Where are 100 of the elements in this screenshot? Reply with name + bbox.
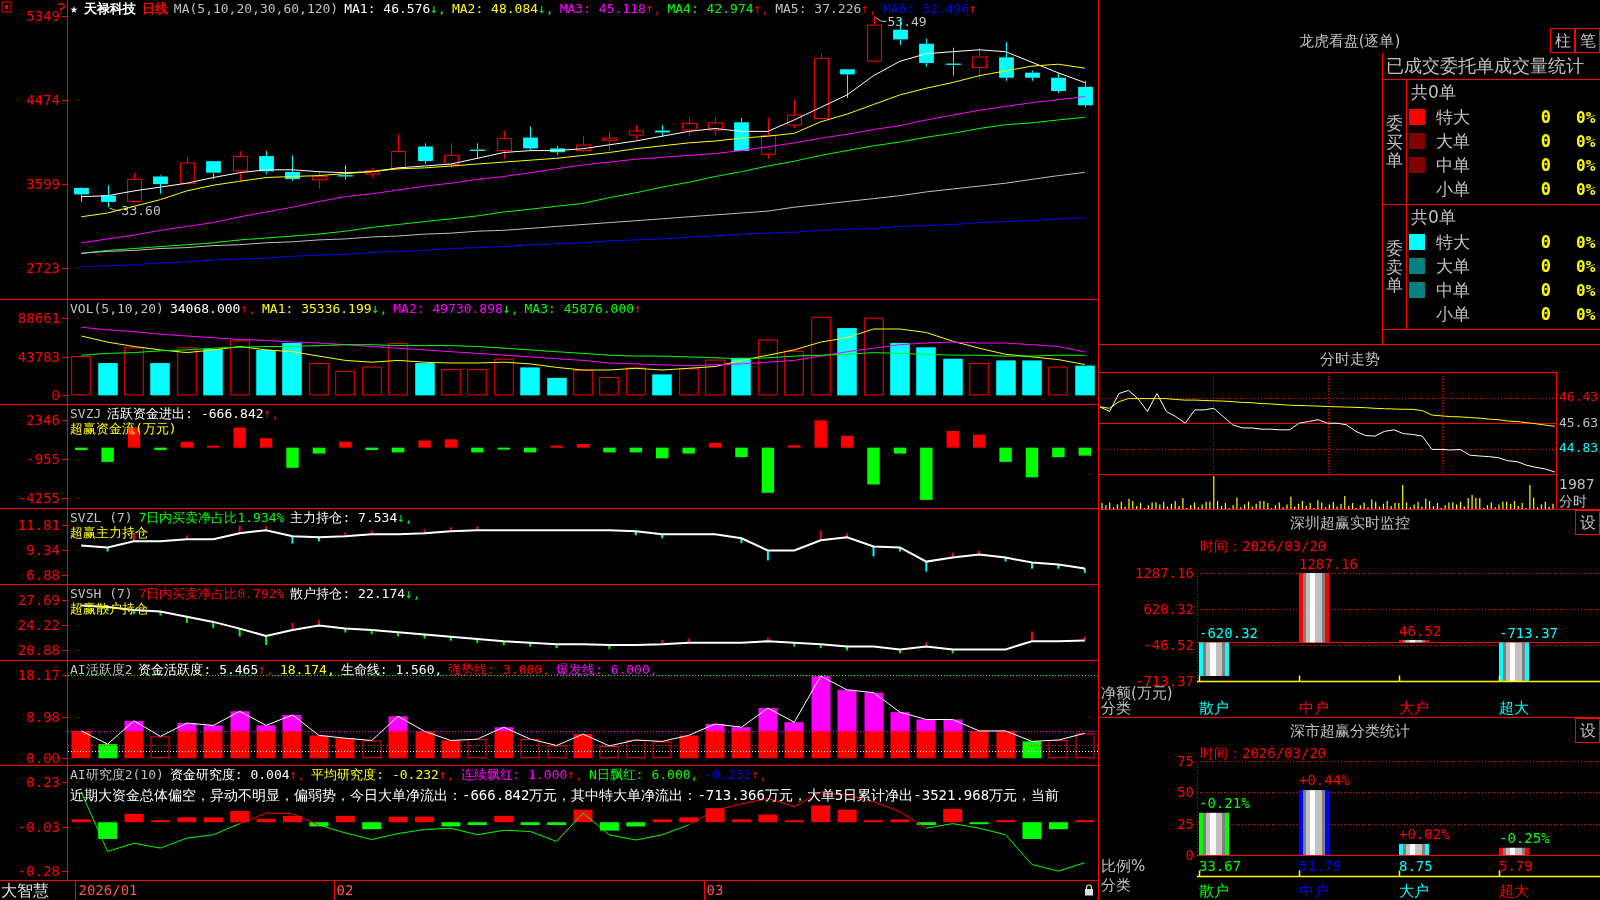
value-label: -713.37 (1499, 625, 1558, 642)
time-label: 时间：2026/03/20 (1200, 538, 1327, 554)
y-axis-label: 4474 (26, 92, 60, 108)
order-count: 0 (1539, 256, 1551, 276)
y-axis-label: 0.23 (26, 774, 60, 790)
legend-label: 34068.000↑, (169, 301, 257, 316)
volume-scale-label: 1987 (1559, 476, 1595, 492)
order-count: 0 (1539, 179, 1551, 199)
side-label: 委卖单 (1386, 238, 1403, 296)
order-share: 0% (1576, 107, 1596, 127)
order-share: 0% (1576, 280, 1596, 300)
order-share: 0% (1576, 304, 1596, 324)
unit-label: 分时 (1559, 493, 1587, 509)
legend-label: 生命线: 1.560, (340, 662, 443, 677)
y-axis-label: 46.43 (1559, 390, 1599, 405)
category-label: 超大 (1499, 700, 1529, 717)
legend-label: 连续飘红: 1.000↑, (460, 767, 583, 782)
y-axis-label: 2723 (26, 260, 60, 276)
axis-title: 比例% (1101, 858, 1146, 874)
y-axis-label: 11.81 (17, 517, 60, 533)
order-size-label: 特大 (1436, 230, 1471, 254)
y-axis-label: 9.34 (26, 542, 60, 558)
y-axis-label: -46.52 (1143, 637, 1194, 653)
legend-label: MA5: 37.226↑, (775, 1, 877, 16)
panel-title: 深市超赢分类统计 (1289, 720, 1410, 741)
side-label: 委买单 (1386, 113, 1403, 171)
order-count: 0 (1539, 304, 1551, 324)
value-label: 51.79 (1299, 858, 1342, 874)
order-size-label: 小单 (1436, 302, 1471, 326)
order-size-label: 大单 (1436, 129, 1471, 153)
legend-label: MA1: 35336.199↓, (262, 301, 388, 316)
legend-label: SVZL (7) (70, 510, 133, 525)
panel-title: 深圳超赢实时监控 (1289, 513, 1410, 533)
axis-title: 分类 (1101, 701, 1131, 716)
y-axis-label: -0.28 (17, 863, 60, 879)
y-axis-label: 24.22 (17, 617, 60, 633)
change-label: +0.02% (1399, 826, 1450, 843)
date-label: 2026/01 (78, 882, 138, 898)
price-marker-label: 33.60 (121, 203, 161, 219)
y-axis-label: 5349 (26, 8, 60, 24)
order-count: 0 (1539, 131, 1551, 151)
legend-label: MA2: 48.084↓, (451, 1, 554, 16)
category-label: 大户 (1399, 883, 1429, 900)
y-axis-label: 0.00 (26, 750, 60, 766)
y-axis-label: 43783 (17, 349, 60, 365)
change-label: +0.44% (1299, 772, 1350, 789)
date-label: 02 (336, 882, 354, 898)
legend-label: MA1: 46.576↓, (344, 1, 446, 16)
category-label: 散户 (1199, 700, 1229, 717)
order-count: 0 (1539, 155, 1551, 175)
change-label: -0.25% (1499, 829, 1550, 846)
legend-label: MA3: 45.118↑, (559, 1, 662, 16)
order-size-label: 中单 (1436, 153, 1471, 177)
legend-label: 日线 (141, 1, 168, 16)
legend-label: 资金活跃度: 5.465↑, (138, 662, 274, 677)
order-total: 共0单 (1410, 206, 1457, 229)
y-axis-label: -0.03 (17, 819, 60, 835)
order-share: 0% (1576, 256, 1596, 276)
legend-label: AI活跃度2 (70, 662, 133, 677)
legend-label: MA6: 32.496↑ (882, 1, 977, 16)
legend-label: ★ (70, 1, 78, 16)
y-axis-label: -4255 (17, 490, 60, 506)
legend-label: 18.174, (279, 662, 335, 677)
order-size-label: 大单 (1436, 254, 1471, 278)
legend-label: 强势线: 3.000, (448, 662, 550, 677)
category-label: 大户 (1399, 700, 1429, 717)
y-axis-label: 0 (1185, 847, 1194, 863)
legend-label: 散户持仓: 22.174↓, (290, 586, 421, 601)
indicator-note: 超赢主力持仓 (70, 525, 148, 540)
y-axis-label: 20.88 (17, 642, 60, 658)
legend-label: 活跃资金进出: -666.842↑, (107, 406, 280, 421)
legend-label: 天禄科技 (83, 1, 136, 16)
legend-label: MA4: 42.974↑, (667, 1, 770, 16)
value-label: 8.75 (1399, 858, 1433, 874)
y-axis-label: 2346 (26, 412, 60, 428)
axis-title: 净额(万元) (1101, 686, 1174, 701)
value-label: 46.52 (1399, 622, 1442, 639)
legend-label: N日飘红: 6.000, (589, 767, 699, 782)
date-label: 03 (706, 882, 724, 898)
change-label: -0.21% (1199, 794, 1250, 811)
y-axis-label: 25 (1177, 816, 1194, 832)
order-share: 0% (1576, 155, 1596, 175)
legend-label: 资金研究度: 0.004↑, (169, 767, 306, 782)
y-axis-label: 44.83 (1559, 440, 1599, 455)
legend-label: SVSH (7) (70, 586, 133, 601)
legend-label: MA2: 49730.898↓, (393, 301, 519, 316)
value-label: 1287.16 (1299, 556, 1358, 572)
time-label: 时间：2026/03/20 (1200, 745, 1327, 761)
category-label: 散户 (1199, 883, 1229, 900)
category-label: 中户 (1299, 883, 1329, 900)
order-size-label: 小单 (1436, 177, 1471, 201)
legend-label: VOL(5,10,20) (70, 301, 164, 316)
y-axis-label: 0 (51, 387, 60, 403)
legend-label: MA3: 45876.000↑ (524, 301, 642, 316)
value-label: -620.32 (1199, 625, 1258, 642)
legend-label: AI研究度2(10) (70, 767, 164, 782)
value-label: 33.67 (1199, 858, 1242, 874)
legend-label: 主力持仓: 7.534↓, (290, 510, 413, 525)
legend-label: MA(5,10,20,30,60,120) (173, 1, 339, 16)
order-total: 共0单 (1410, 81, 1457, 104)
